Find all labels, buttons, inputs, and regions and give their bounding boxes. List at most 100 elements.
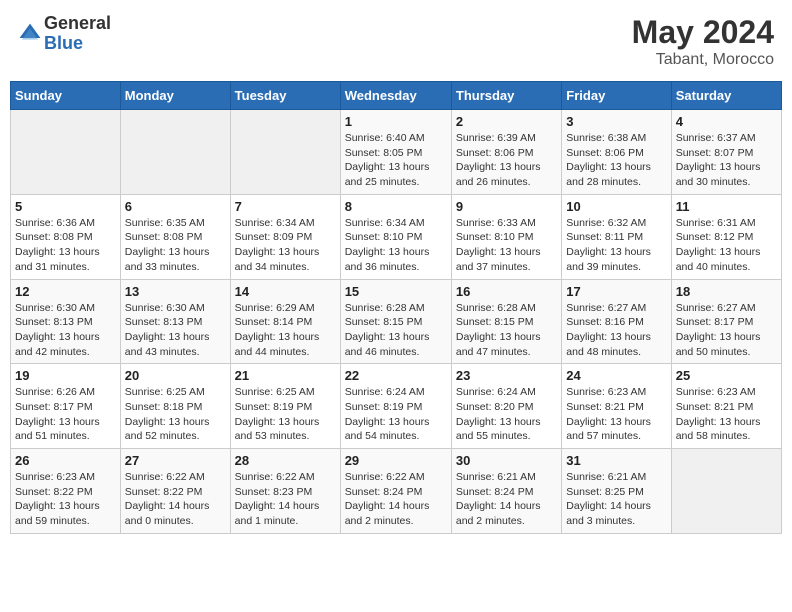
day-info: Sunrise: 6:35 AM Sunset: 8:08 PM Dayligh… <box>125 216 226 275</box>
location: Tabant, Morocco <box>632 51 774 69</box>
logo-blue: Blue <box>44 34 111 54</box>
day-info: Sunrise: 6:26 AM Sunset: 8:17 PM Dayligh… <box>15 385 116 444</box>
day-info: Sunrise: 6:34 AM Sunset: 8:09 PM Dayligh… <box>235 216 336 275</box>
day-info: Sunrise: 6:38 AM Sunset: 8:06 PM Dayligh… <box>566 131 666 190</box>
calendar-week-row: 12 Sunrise: 6:30 AM Sunset: 8:13 PM Dayli… <box>11 279 782 364</box>
day-info: Sunrise: 6:32 AM Sunset: 8:11 PM Dayligh… <box>566 216 666 275</box>
calendar-day-cell: 3 Sunrise: 6:38 AM Sunset: 8:06 PM Daylig… <box>562 110 671 195</box>
calendar-day-cell: 24 Sunrise: 6:23 AM Sunset: 8:21 PM Dayli… <box>562 364 671 449</box>
weekday-header-cell: Friday <box>562 82 671 110</box>
calendar-table: SundayMondayTuesdayWednesdayThursdayFrid… <box>10 81 782 534</box>
calendar-day-cell: 19 Sunrise: 6:26 AM Sunset: 8:17 PM Dayli… <box>11 364 121 449</box>
day-number: 13 <box>125 284 226 299</box>
calendar-day-cell <box>230 110 340 195</box>
day-number: 12 <box>15 284 116 299</box>
logo-icon <box>18 22 42 46</box>
day-number: 26 <box>15 453 116 468</box>
calendar-day-cell: 22Sunrise: 6:24 AM Sunset: 8:19 PM Dayli… <box>340 364 451 449</box>
weekday-header-cell: Tuesday <box>230 82 340 110</box>
weekday-header-cell: Wednesday <box>340 82 451 110</box>
day-info: Sunrise: 6:30 AM Sunset: 8:13 PM Dayligh… <box>15 301 116 360</box>
day-info: Sunrise: 6:30 AM Sunset: 8:13 PM Dayligh… <box>125 301 226 360</box>
day-number: 21 <box>235 368 336 383</box>
day-number: 5 <box>15 199 116 214</box>
month-year: May 2024 <box>632 14 774 51</box>
day-number: 19 <box>15 368 116 383</box>
calendar-day-cell <box>671 449 781 534</box>
day-number: 11 <box>676 199 777 214</box>
calendar-day-cell: 26 Sunrise: 6:23 AM Sunset: 8:22 PM Dayli… <box>11 449 121 534</box>
calendar-day-cell <box>11 110 121 195</box>
day-number: 8 <box>345 199 447 214</box>
calendar-day-cell: 5Sunrise: 6:36 AM Sunset: 8:08 PM Daylig… <box>11 194 121 279</box>
day-info: Sunrise: 6:37 AM Sunset: 8:07 PM Dayligh… <box>676 131 777 190</box>
day-number: 24 <box>566 368 666 383</box>
weekday-header-row: SundayMondayTuesdayWednesdayThursdayFrid… <box>11 82 782 110</box>
day-number: 3 <box>566 114 666 129</box>
day-info: Sunrise: 6:25 AM Sunset: 8:19 PM Dayligh… <box>235 385 336 444</box>
day-info: Sunrise: 6:22 AM Sunset: 8:22 PM Dayligh… <box>125 470 226 529</box>
calendar-day-cell: 23 Sunrise: 6:24 AM Sunset: 8:20 PM Dayli… <box>451 364 561 449</box>
day-info: Sunrise: 6:28 AM Sunset: 8:15 PM Dayligh… <box>456 301 557 360</box>
calendar-day-cell: 27Sunrise: 6:22 AM Sunset: 8:22 PM Dayli… <box>120 449 230 534</box>
day-number: 18 <box>676 284 777 299</box>
calendar-day-cell: 18 Sunrise: 6:27 AM Sunset: 8:17 PM Dayli… <box>671 279 781 364</box>
day-number: 23 <box>456 368 557 383</box>
day-info: Sunrise: 6:23 AM Sunset: 8:21 PM Dayligh… <box>676 385 777 444</box>
calendar-day-cell: 31Sunrise: 6:21 AM Sunset: 8:25 PM Dayli… <box>562 449 671 534</box>
day-info: Sunrise: 6:28 AM Sunset: 8:15 PM Dayligh… <box>345 301 447 360</box>
day-number: 6 <box>125 199 226 214</box>
day-info: Sunrise: 6:27 AM Sunset: 8:17 PM Dayligh… <box>676 301 777 360</box>
calendar-day-cell: 10Sunrise: 6:32 AM Sunset: 8:11 PM Dayli… <box>562 194 671 279</box>
calendar-day-cell: 8Sunrise: 6:34 AM Sunset: 8:10 PM Daylig… <box>340 194 451 279</box>
day-number: 29 <box>345 453 447 468</box>
calendar-day-cell: 13 Sunrise: 6:30 AM Sunset: 8:13 PM Dayli… <box>120 279 230 364</box>
calendar-day-cell: 9 Sunrise: 6:33 AM Sunset: 8:10 PM Daylig… <box>451 194 561 279</box>
logo-general: General <box>44 14 111 34</box>
calendar-week-row: 26 Sunrise: 6:23 AM Sunset: 8:22 PM Dayli… <box>11 449 782 534</box>
calendar-day-cell: 20Sunrise: 6:25 AM Sunset: 8:18 PM Dayli… <box>120 364 230 449</box>
day-number: 16 <box>456 284 557 299</box>
day-number: 28 <box>235 453 336 468</box>
weekday-header-cell: Sunday <box>11 82 121 110</box>
day-number: 2 <box>456 114 557 129</box>
calendar-day-cell: 25 Sunrise: 6:23 AM Sunset: 8:21 PM Dayli… <box>671 364 781 449</box>
day-number: 31 <box>566 453 666 468</box>
logo: General Blue <box>18 14 111 54</box>
calendar-day-cell: 6 Sunrise: 6:35 AM Sunset: 8:08 PM Daylig… <box>120 194 230 279</box>
calendar-day-cell: 12 Sunrise: 6:30 AM Sunset: 8:13 PM Dayli… <box>11 279 121 364</box>
day-info: Sunrise: 6:24 AM Sunset: 8:19 PM Dayligh… <box>345 385 447 444</box>
calendar-day-cell: 30Sunrise: 6:21 AM Sunset: 8:24 PM Dayli… <box>451 449 561 534</box>
day-info: Sunrise: 6:23 AM Sunset: 8:22 PM Dayligh… <box>15 470 116 529</box>
weekday-header-cell: Thursday <box>451 82 561 110</box>
weekday-header-cell: Saturday <box>671 82 781 110</box>
calendar-week-row: 1Sunrise: 6:40 AM Sunset: 8:05 PM Daylig… <box>11 110 782 195</box>
day-number: 15 <box>345 284 447 299</box>
day-number: 4 <box>676 114 777 129</box>
calendar-day-cell: 1Sunrise: 6:40 AM Sunset: 8:05 PM Daylig… <box>340 110 451 195</box>
calendar-day-cell: 28Sunrise: 6:22 AM Sunset: 8:23 PM Dayli… <box>230 449 340 534</box>
calendar-day-cell: 17 Sunrise: 6:27 AM Sunset: 8:16 PM Dayli… <box>562 279 671 364</box>
day-number: 7 <box>235 199 336 214</box>
calendar-day-cell: 29 Sunrise: 6:22 AM Sunset: 8:24 PM Dayli… <box>340 449 451 534</box>
day-info: Sunrise: 6:24 AM Sunset: 8:20 PM Dayligh… <box>456 385 557 444</box>
day-info: Sunrise: 6:23 AM Sunset: 8:21 PM Dayligh… <box>566 385 666 444</box>
day-info: Sunrise: 6:40 AM Sunset: 8:05 PM Dayligh… <box>345 131 447 190</box>
day-info: Sunrise: 6:25 AM Sunset: 8:18 PM Dayligh… <box>125 385 226 444</box>
calendar-day-cell: 7 Sunrise: 6:34 AM Sunset: 8:09 PM Daylig… <box>230 194 340 279</box>
calendar-day-cell: 21 Sunrise: 6:25 AM Sunset: 8:19 PM Dayli… <box>230 364 340 449</box>
day-number: 9 <box>456 199 557 214</box>
day-number: 25 <box>676 368 777 383</box>
calendar-day-cell: 4 Sunrise: 6:37 AM Sunset: 8:07 PM Daylig… <box>671 110 781 195</box>
day-info: Sunrise: 6:31 AM Sunset: 8:12 PM Dayligh… <box>676 216 777 275</box>
day-info: Sunrise: 6:27 AM Sunset: 8:16 PM Dayligh… <box>566 301 666 360</box>
calendar-day-cell: 11 Sunrise: 6:31 AM Sunset: 8:12 PM Dayli… <box>671 194 781 279</box>
calendar-week-row: 19 Sunrise: 6:26 AM Sunset: 8:17 PM Dayli… <box>11 364 782 449</box>
day-info: Sunrise: 6:22 AM Sunset: 8:24 PM Dayligh… <box>345 470 447 529</box>
day-number: 17 <box>566 284 666 299</box>
weekday-header-cell: Monday <box>120 82 230 110</box>
day-number: 30 <box>456 453 557 468</box>
day-info: Sunrise: 6:33 AM Sunset: 8:10 PM Dayligh… <box>456 216 557 275</box>
calendar-day-cell: 16 Sunrise: 6:28 AM Sunset: 8:15 PM Dayli… <box>451 279 561 364</box>
calendar-day-cell: 15 Sunrise: 6:28 AM Sunset: 8:15 PM Dayli… <box>340 279 451 364</box>
